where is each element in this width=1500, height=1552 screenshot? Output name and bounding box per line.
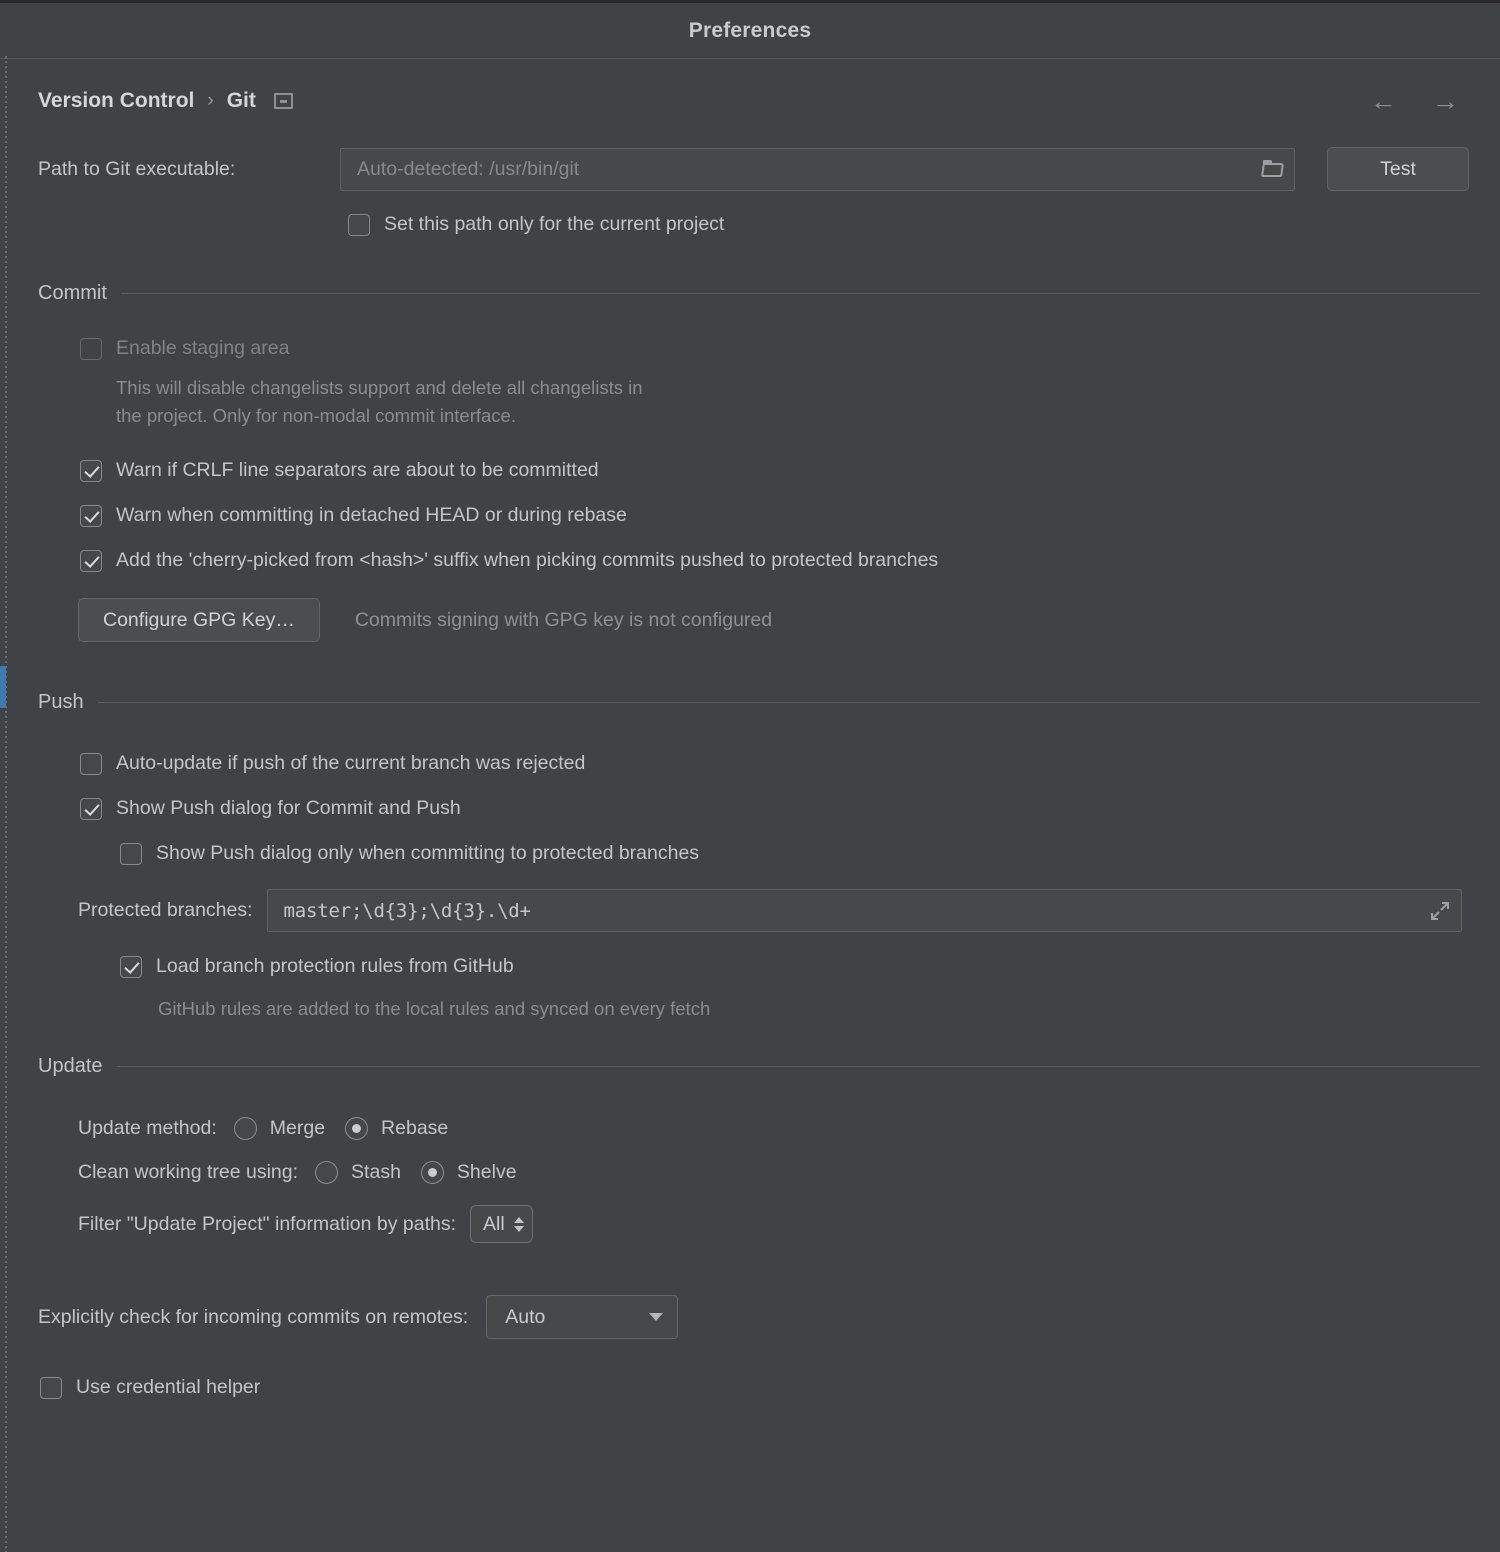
load-github-rules-checkbox[interactable] bbox=[120, 955, 142, 978]
push-section-header: Push bbox=[38, 691, 1480, 714]
incoming-commits-label: Explicitly check for incoming commits on… bbox=[38, 1305, 469, 1328]
incoming-commits-value: Auto bbox=[505, 1305, 546, 1328]
breadcrumb: Version Control › Git ← → bbox=[38, 59, 1480, 143]
update-section-header: Update bbox=[38, 1055, 1480, 1078]
protected-branches-value: master;\d{3};\d{3}.\d+ bbox=[283, 899, 531, 922]
filter-paths-stepper[interactable]: All bbox=[470, 1205, 533, 1243]
project-only-checkbox-row[interactable]: Set this path only for the current proje… bbox=[38, 213, 1480, 236]
warn-crlf-label: Warn if CRLF line separators are about t… bbox=[116, 459, 599, 481]
forward-arrow-icon[interactable]: → bbox=[1432, 87, 1459, 115]
commit-section-title: Commit bbox=[38, 282, 107, 304]
breadcrumb-root[interactable]: Version Control bbox=[38, 89, 194, 113]
git-path-placeholder: Auto-detected: /usr/bin/git bbox=[357, 157, 580, 180]
clean-working-tree-shelve-radio[interactable] bbox=[420, 1161, 444, 1184]
auto-update-label: Auto-update if push of the current branc… bbox=[116, 752, 586, 774]
project-only-label: Set this path only for the current proje… bbox=[384, 213, 725, 235]
show-push-protected-only-row[interactable]: Show Push dialog only when committing to… bbox=[38, 842, 1480, 865]
incoming-commits-dropdown[interactable]: Auto bbox=[486, 1295, 679, 1339]
cherry-pick-suffix-checkbox[interactable] bbox=[80, 549, 102, 572]
back-arrow-icon[interactable]: ← bbox=[1370, 87, 1397, 115]
protected-branches-row: Protected branches: master;\d{3};\d{3}.\… bbox=[38, 889, 1480, 932]
git-path-row: Path to Git executable: Auto-detected: /… bbox=[38, 147, 1480, 191]
warn-detached-row[interactable]: Warn when committing in detached HEAD or… bbox=[38, 504, 1480, 527]
update-method-rebase-label: Rebase bbox=[381, 1117, 449, 1139]
expand-diagonal-icon[interactable] bbox=[1429, 900, 1451, 922]
preferences-window: Preferences Version Control › Git ← → Pa… bbox=[0, 0, 1500, 1552]
filter-paths-row: Filter "Update Project" information by p… bbox=[38, 1205, 1480, 1243]
update-method-merge-label: Merge bbox=[269, 1117, 326, 1139]
load-github-rules-row[interactable]: Load branch protection rules from GitHub bbox=[38, 955, 1480, 978]
github-rules-help-text: GitHub rules are added to the local rule… bbox=[158, 998, 711, 1019]
filter-paths-label: Filter "Update Project" information by p… bbox=[78, 1212, 457, 1235]
enable-staging-row[interactable]: Enable staging area bbox=[38, 337, 1480, 360]
auto-update-row[interactable]: Auto-update if push of the current branc… bbox=[38, 752, 1480, 775]
window-title: Preferences bbox=[688, 18, 812, 42]
enable-staging-label: Enable staging area bbox=[116, 337, 290, 359]
clean-working-tree-label: Clean working tree using: bbox=[78, 1161, 299, 1183]
clean-working-tree-shelve-label: Shelve bbox=[456, 1161, 517, 1183]
protected-branches-input[interactable]: master;\d{3};\d{3}.\d+ bbox=[266, 889, 1462, 932]
auto-update-checkbox[interactable] bbox=[80, 752, 102, 775]
clean-working-tree-row: Clean working tree using: Stash Shelve bbox=[38, 1161, 1480, 1184]
enable-staging-checkbox[interactable] bbox=[80, 337, 102, 360]
warn-detached-label: Warn when committing in detached HEAD or… bbox=[116, 504, 627, 526]
gpg-row: Configure GPG Key… Commits signing with … bbox=[38, 598, 1480, 642]
load-github-rules-label: Load branch protection rules from GitHub bbox=[156, 955, 514, 977]
update-section-title: Update bbox=[38, 1055, 103, 1077]
update-method-rebase-radio[interactable] bbox=[345, 1117, 369, 1140]
configure-gpg-key-button[interactable]: Configure GPG Key… bbox=[78, 598, 320, 642]
credential-helper-checkbox[interactable] bbox=[40, 1376, 62, 1399]
chevron-down-icon bbox=[649, 1313, 664, 1321]
staging-help-text: This will disable changelists support an… bbox=[38, 374, 1480, 430]
breadcrumb-current: Git bbox=[226, 89, 256, 112]
update-method-label: Update method: bbox=[78, 1117, 217, 1139]
cherry-pick-suffix-row[interactable]: Add the 'cherry-picked from <hash>' suff… bbox=[38, 549, 1480, 572]
filter-paths-value: All bbox=[483, 1212, 505, 1235]
push-section-title: Push bbox=[38, 691, 84, 713]
clean-working-tree-stash-radio[interactable] bbox=[315, 1161, 339, 1184]
show-push-dialog-checkbox[interactable] bbox=[80, 797, 102, 820]
show-push-protected-only-checkbox[interactable] bbox=[120, 842, 142, 865]
preferences-content: Version Control › Git ← → Path to Git ex… bbox=[0, 59, 1500, 1552]
git-path-label: Path to Git executable: bbox=[38, 157, 236, 180]
breadcrumb-separator: › bbox=[207, 90, 214, 111]
credential-helper-row[interactable]: Use credential helper bbox=[38, 1376, 1480, 1399]
folder-icon[interactable] bbox=[1262, 160, 1284, 178]
show-push-dialog-label: Show Push dialog for Commit and Push bbox=[116, 797, 461, 819]
warn-crlf-checkbox[interactable] bbox=[80, 459, 102, 482]
navigation-arrows: ← → bbox=[1370, 87, 1480, 115]
window-titlebar: Preferences bbox=[0, 0, 1500, 59]
git-path-input[interactable]: Auto-detected: /usr/bin/git bbox=[340, 147, 1295, 191]
staging-help-line-1: This will disable changelists support an… bbox=[116, 377, 643, 398]
cherry-pick-suffix-label: Add the 'cherry-picked from <hash>' suff… bbox=[116, 549, 939, 571]
staging-help-line-2: the project. Only for non-modal commit i… bbox=[116, 405, 516, 426]
update-method-merge-radio[interactable] bbox=[233, 1117, 257, 1140]
warn-crlf-row[interactable]: Warn if CRLF line separators are about t… bbox=[38, 459, 1480, 482]
commit-section-divider bbox=[120, 293, 1480, 294]
update-method-row: Update method: Merge Rebase bbox=[38, 1117, 1480, 1140]
warn-detached-checkbox[interactable] bbox=[80, 504, 102, 527]
gpg-status-text: Commits signing with GPG key is not conf… bbox=[354, 608, 773, 631]
test-button[interactable]: Test bbox=[1327, 147, 1469, 191]
project-only-checkbox[interactable] bbox=[348, 213, 370, 236]
clean-working-tree-stash-label: Stash bbox=[351, 1161, 401, 1183]
credential-helper-label: Use credential helper bbox=[76, 1376, 261, 1398]
settings-window-icon[interactable] bbox=[273, 93, 293, 109]
update-section-divider bbox=[116, 1066, 1480, 1067]
commit-section-header: Commit bbox=[38, 282, 1480, 305]
incoming-commits-row: Explicitly check for incoming commits on… bbox=[38, 1295, 1480, 1339]
protected-branches-label: Protected branches: bbox=[78, 899, 253, 921]
stepper-arrows-icon[interactable] bbox=[513, 1216, 524, 1232]
show-push-dialog-row[interactable]: Show Push dialog for Commit and Push bbox=[38, 797, 1480, 820]
push-section-divider bbox=[97, 702, 1480, 703]
show-push-protected-only-label: Show Push dialog only when committing to… bbox=[156, 842, 700, 864]
